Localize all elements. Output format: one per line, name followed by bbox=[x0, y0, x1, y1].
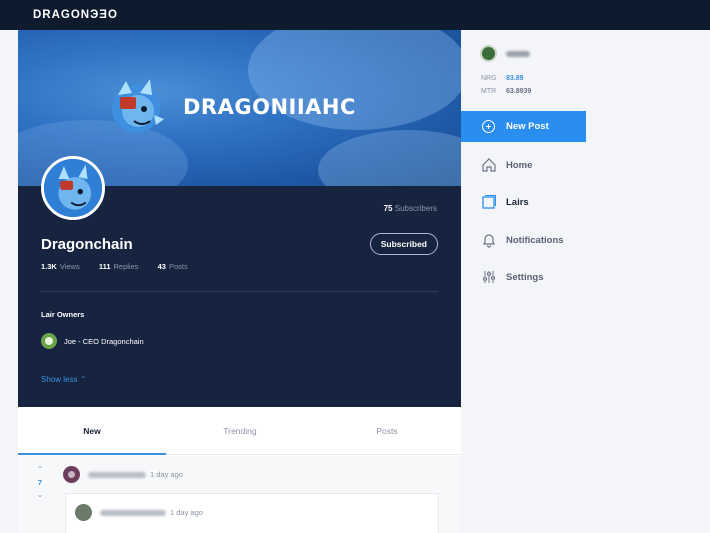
token-balances: NRG 83.89 MTR 63.8939 bbox=[481, 75, 532, 95]
owner-avatar bbox=[41, 333, 57, 349]
lair-profile: 75 Subscribers Dragonchain Subscribed 1.… bbox=[18, 156, 461, 407]
right-sidebar: NRG 83.89 MTR 63.8939 New Post Home Lairs … bbox=[461, 30, 710, 533]
reply-header: 1 day ago bbox=[75, 504, 203, 521]
tab-trending[interactable]: Trending bbox=[166, 407, 314, 455]
dragon-logo-icon bbox=[112, 79, 164, 133]
lairs-icon bbox=[482, 195, 496, 209]
chevron-up-icon: ⌃ bbox=[79, 375, 87, 384]
redacted-username bbox=[100, 509, 166, 516]
bell-icon bbox=[483, 234, 495, 248]
subscriber-count: 75 Subscribers bbox=[383, 204, 437, 213]
app-logo[interactable]: DRAGONЭƎO bbox=[33, 9, 118, 21]
vote-control: ⌃ 7 ⌄ bbox=[34, 466, 46, 499]
show-less-link[interactable]: Show less ⌃ bbox=[41, 375, 86, 384]
reply-card[interactable]: 1 day ago bbox=[65, 493, 439, 533]
plus-circle-icon bbox=[482, 120, 495, 133]
sliders-icon bbox=[483, 271, 495, 283]
stat-posts: 43 Posts bbox=[157, 262, 188, 271]
lair-stats: 1.3K Views 111 Replies 43 Posts bbox=[41, 262, 205, 271]
stat-replies: 111 Replies bbox=[98, 262, 139, 271]
lair-panel: DRAGONIIAHC 75 Subscribers Dragonchain S… bbox=[18, 30, 461, 533]
upvote-icon[interactable]: ⌃ bbox=[34, 466, 46, 474]
feed-tabs: New Trending Posts bbox=[18, 407, 461, 455]
reply-time: 1 day ago bbox=[170, 508, 203, 517]
stat-views: 1.3K Views bbox=[41, 262, 80, 271]
sidebar-item-home[interactable]: Home bbox=[481, 157, 532, 173]
nrg-balance: 83.89 bbox=[506, 75, 524, 82]
user-avatar[interactable] bbox=[480, 45, 497, 62]
post-header: 1 day ago bbox=[63, 466, 183, 483]
sidebar-item-notifications[interactable]: Notifications bbox=[481, 232, 564, 248]
mtr-balance: 63.8939 bbox=[506, 88, 532, 95]
owner-name: Joe - CEO Dragonchain bbox=[64, 336, 144, 346]
divider bbox=[41, 291, 438, 292]
lair-avatar bbox=[41, 156, 105, 220]
post-feed: ⌃ 7 ⌄ 1 day ago 1 day ago bbox=[18, 456, 461, 533]
new-post-button[interactable]: New Post bbox=[461, 111, 586, 142]
tab-posts[interactable]: Posts bbox=[313, 407, 461, 455]
post-author-avatar[interactable] bbox=[63, 466, 80, 483]
redacted-username bbox=[506, 50, 530, 57]
user-profile[interactable] bbox=[480, 45, 534, 62]
banner-wordmark: DRAGONIIAHC bbox=[183, 95, 356, 119]
dragon-avatar-icon bbox=[44, 159, 102, 217]
home-icon bbox=[482, 158, 496, 172]
sidebar-item-settings[interactable]: Settings bbox=[481, 269, 543, 285]
vote-count: 7 bbox=[37, 478, 43, 487]
tab-new[interactable]: New bbox=[18, 407, 166, 455]
lair-owners-heading: Lair Owners bbox=[41, 310, 85, 319]
lair-title: Dragonchain bbox=[41, 236, 133, 253]
top-bar: DRAGONЭƎO bbox=[0, 0, 710, 30]
downvote-icon[interactable]: ⌄ bbox=[34, 491, 46, 499]
post-time: 1 day ago bbox=[150, 470, 183, 479]
reply-author-avatar[interactable] bbox=[75, 504, 92, 521]
sidebar-item-lairs[interactable]: Lairs bbox=[481, 194, 529, 210]
lair-owner-item[interactable]: Joe - CEO Dragonchain bbox=[41, 333, 144, 349]
redacted-username bbox=[88, 471, 146, 478]
subscribed-button[interactable]: Subscribed bbox=[369, 233, 438, 255]
